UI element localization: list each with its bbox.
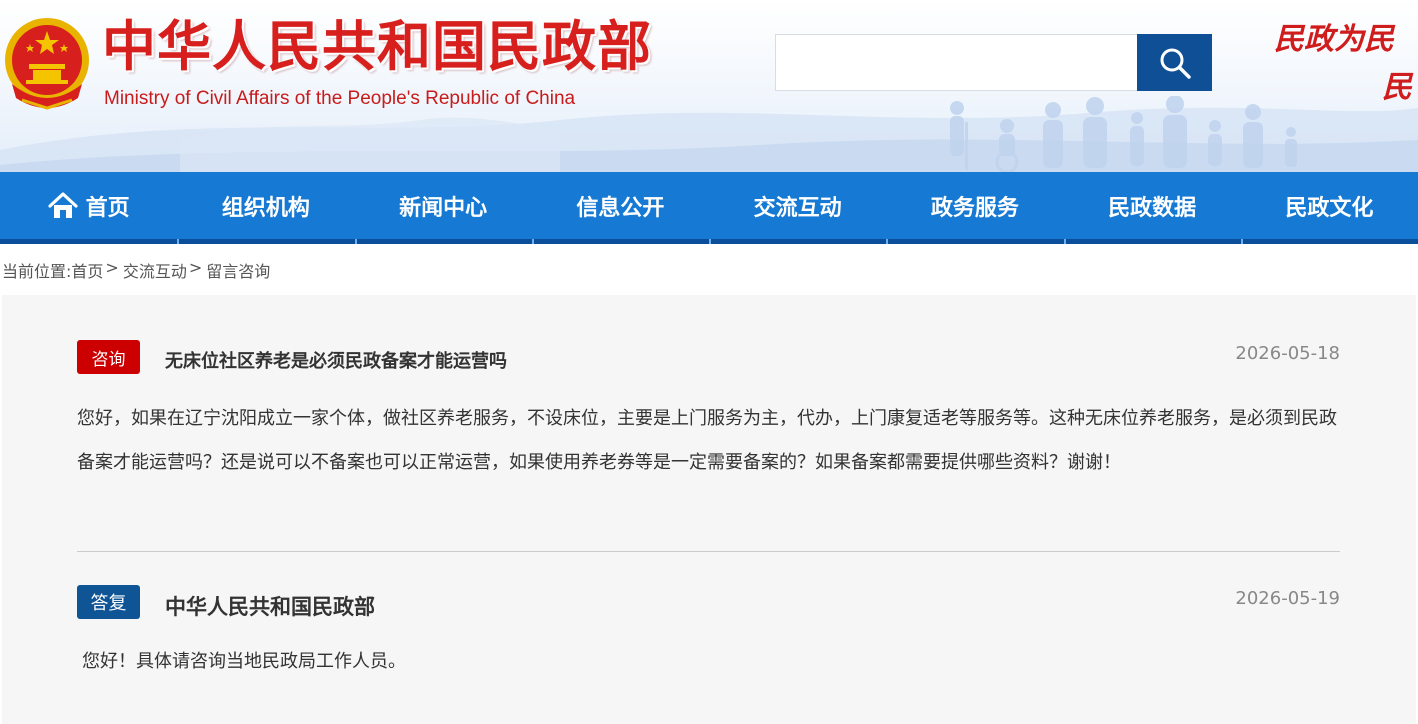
reply-date: 2026-05-19 (1235, 588, 1340, 609)
nav-item-info-disclosure[interactable]: 信息公开 (531, 172, 709, 244)
search-button[interactable] (1137, 34, 1212, 91)
nav-item-culture[interactable]: 民政文化 (1240, 172, 1418, 244)
message-detail-panel: 咨询 无床位社区养老是必须民政备案才能运营吗 2026-05-18 您好，如果在… (2, 295, 1416, 724)
nav-item-news[interactable]: 新闻中心 (354, 172, 532, 244)
national-emblem-icon (5, 18, 89, 110)
nav-item-data[interactable]: 民政数据 (1063, 172, 1241, 244)
slogan-line-1: 民政为民 (1274, 22, 1394, 57)
consultation-date: 2026-05-18 (1235, 343, 1340, 364)
main-navigation: 首页 组织机构 新闻中心 信息公开 交流互动 政务服务 民政数据 民政文化 (0, 172, 1418, 244)
search-icon (1160, 48, 1191, 79)
breadcrumb-home-link[interactable]: 首页 (71, 258, 103, 282)
nav-item-label: 交流互动 (753, 195, 842, 221)
people-silhouette-illustration (950, 96, 1297, 172)
breadcrumb-separator: > (105, 258, 119, 277)
nav-item-services[interactable]: 政务服务 (886, 172, 1063, 244)
search-input[interactable] (775, 34, 1138, 91)
consultation-body: 您好，如果在辽宁沈阳成立一家个体，做社区养老服务，不设床位，主要是上门服务为主，… (77, 408, 1337, 473)
nav-item-label: 信息公开 (576, 195, 665, 221)
site-subtitle: Ministry of Civil Affairs of the People'… (104, 88, 576, 109)
breadcrumb: 当前位置: 首页 > 交流互动 > 留言咨询 (2, 258, 270, 282)
consultation-title: 无床位社区养老是必须民政备案才能运营吗 (165, 351, 507, 372)
site-title: 中华人民共和国民政部 (102, 15, 652, 78)
nav-item-label: 政务服务 (930, 195, 1019, 221)
site-header: 中华人民共和国民政部 Ministry of Civil Affairs of … (0, 0, 1418, 172)
home-icon (48, 191, 78, 218)
reply-badge: 答复 (77, 585, 140, 619)
reply-author: 中华人民共和国民政部 (165, 595, 375, 619)
nav-item-organization[interactable]: 组织机构 (177, 172, 354, 244)
slogan-line-2: 民 (1382, 70, 1412, 105)
nav-item-home[interactable]: 首页 (0, 172, 177, 239)
section-divider (77, 551, 1340, 552)
nav-item-label: 民政文化 (1285, 195, 1374, 221)
nav-item-label: 组织机构 (221, 195, 310, 221)
nav-item-label: 首页 (85, 195, 130, 221)
breadcrumb-prefix: 当前位置: (2, 262, 72, 281)
reply-body: 您好！具体请咨询当地民政局工作人员。 (82, 651, 406, 672)
breadcrumb-current[interactable]: 留言咨询 (206, 258, 270, 282)
breadcrumb-interaction-link[interactable]: 交流互动 (123, 258, 187, 282)
nav-item-label: 新闻中心 (399, 195, 488, 221)
consultation-badge: 咨询 (77, 340, 140, 374)
nav-item-label: 民政数据 (1108, 195, 1197, 221)
breadcrumb-separator: > (188, 258, 203, 277)
nav-item-interaction[interactable]: 交流互动 (709, 172, 886, 244)
